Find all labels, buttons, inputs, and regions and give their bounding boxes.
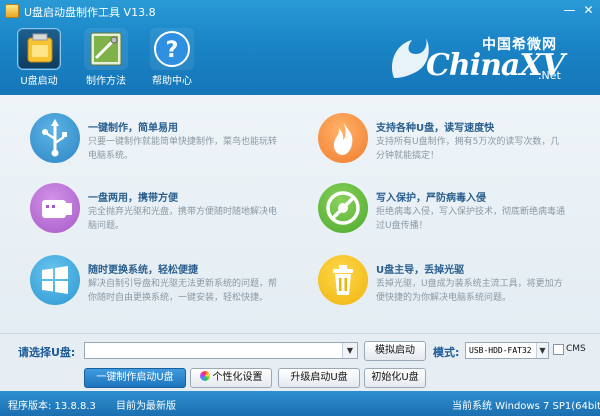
- simulate-boot-button[interactable]: 模拟启动: [364, 341, 426, 361]
- toolbar-method-label: 制作方法: [86, 76, 126, 87]
- app-window: U盘启动盘制作工具 V13.8 — ✕ U盘启动 制作方法 ? 帮助中心 中国希…: [0, 0, 600, 416]
- toolbar-method-button[interactable]: 制作方法: [78, 28, 134, 88]
- app-icon: [5, 4, 19, 18]
- personalize-label: 个性化设置: [212, 372, 263, 383]
- feature-title: 一键制作，简单易用: [88, 123, 178, 134]
- logo-net-text: .Net: [538, 69, 561, 82]
- title-bar[interactable]: U盘启动盘制作工具 V13.8 — ✕: [0, 0, 600, 22]
- feature-description: 支持所有U盘制作，拥有5万次的读写次数，几分钟就能搞定！: [376, 137, 560, 161]
- toolbar-usb-boot-label: U盘启动: [20, 76, 58, 87]
- feature-change-system: 随时更换系统，轻松便捷 解决自制引导盘和光驱无法更新系统的问题，帮你随时自由更换…: [30, 255, 285, 319]
- personalize-button[interactable]: 个性化设置: [190, 368, 272, 388]
- help-icon: ?: [150, 28, 194, 70]
- feature-write-protect: 写入保护，严防病毒入侵 拒绝病毒入侵，写入保护技术，彻底断绝病毒通过U盘传播！: [318, 183, 573, 247]
- drive-select[interactable]: ▼: [84, 342, 358, 359]
- current-system: 当前系统 Windows 7 SP1(64bit): [452, 401, 600, 412]
- feature-title: 写入保护，严防病毒入侵: [376, 193, 486, 204]
- upgrade-usb-button[interactable]: 升级启动U盘: [278, 368, 360, 388]
- mode-label: 模式:: [433, 346, 460, 359]
- chinaxv-logo: 中国希微网 ChinaXV .Net: [386, 30, 576, 90]
- feature-one-click: 一键制作，简单易用 只要一键制作就能简单快捷制作，菜鸟也能玩转电脑系统。: [30, 113, 285, 177]
- feature-no-cd-drive: U盘主导，丢掉光驱 丢掉光驱，U盘成为装系统主流工具，将更加方便快捷的为你解决电…: [318, 255, 573, 319]
- toolbar-help-button[interactable]: ? 帮助中心: [144, 28, 200, 88]
- feature-description: 解决自制引导盘和光驱无法更新系统的问题，帮你随时自由更换系统，一键安装，轻松快捷…: [88, 279, 278, 303]
- init-usb-button[interactable]: 初始化U盘: [364, 368, 426, 388]
- mode-select-value: USB-HDD-FAT32: [469, 346, 532, 355]
- feature-title: 随时更换系统，轻松便捷: [88, 265, 198, 276]
- mode-select[interactable]: USB-HDD-FAT32 ▼: [465, 342, 549, 359]
- window-title: U盘启动盘制作工具 V13.8: [24, 6, 156, 19]
- feature-description: 只要一键制作就能简单快捷制作，菜鸟也能玩转电脑系统。: [88, 137, 278, 161]
- toolbar-usb-boot-button[interactable]: U盘启动: [11, 28, 67, 88]
- feature-title: 一盘两用，携带方便: [88, 193, 178, 204]
- usb-drive-icon: [17, 28, 61, 70]
- feature-description: 完全抛弃光驱和光盘，携带方便随时随地解决电脑问题。: [88, 207, 278, 231]
- virus-block-icon: [318, 183, 368, 233]
- windows-icon: [30, 255, 80, 305]
- chevron-down-icon[interactable]: ▼: [536, 343, 548, 358]
- program-version: 程序版本: 13.8.8.3: [8, 401, 96, 412]
- svg-text:?: ?: [166, 38, 179, 63]
- flame-icon: [318, 113, 368, 163]
- trash-icon: [318, 255, 368, 305]
- header: U盘启动盘制作工具 V13.8 — ✕ U盘启动 制作方法 ? 帮助中心 中国希…: [0, 0, 600, 95]
- feature-description: 拒绝病毒入侵，写入保护技术，彻底断绝病毒通过U盘传播！: [376, 207, 566, 231]
- update-status: 目前为最新版: [116, 401, 176, 412]
- tools-icon: [84, 28, 128, 70]
- cms-checkbox-label: CMS: [566, 344, 586, 354]
- feature-fast-speed: 支持各种U盘，读写速度快 支持所有U盘制作，拥有5万次的读写次数，几分钟就能搞定…: [318, 113, 573, 177]
- feature-area: 一键制作，简单易用 只要一键制作就能简单快捷制作，菜鸟也能玩转电脑系统。 支持各…: [0, 95, 600, 333]
- feature-title: 支持各种U盘，读写速度快: [376, 123, 495, 134]
- chevron-down-icon[interactable]: ▼: [342, 343, 357, 358]
- cms-checkbox[interactable]: [553, 344, 564, 355]
- control-panel: 请选择U盘: ▼ 模拟启动 模式: USB-HDD-FAT32 ▼ CMS 一键…: [0, 333, 600, 391]
- close-button[interactable]: ✕: [580, 2, 597, 19]
- minimize-button[interactable]: —: [561, 2, 578, 19]
- palette-icon: [199, 371, 210, 381]
- status-bar: 程序版本: 13.8.8.3 目前为最新版 当前系统 Windows 7 SP1…: [0, 391, 600, 416]
- select-drive-label: 请选择U盘:: [18, 346, 76, 359]
- toolbar-help-label: 帮助中心: [152, 76, 192, 87]
- feature-description: 丢掉光驱，U盘成为装系统主流工具，将更加方便快捷的为你解决电脑系统问题。: [376, 279, 563, 303]
- make-boot-usb-button[interactable]: 一键制作启动U盘: [84, 368, 186, 388]
- usb-icon: [30, 113, 80, 163]
- feature-title: U盘主导，丢掉光驱: [376, 265, 465, 276]
- feature-portable: 一盘两用，携带方便 完全抛弃光驱和光盘，携带方便随时随地解决电脑问题。: [30, 183, 285, 247]
- usb-stick-icon: [30, 183, 80, 233]
